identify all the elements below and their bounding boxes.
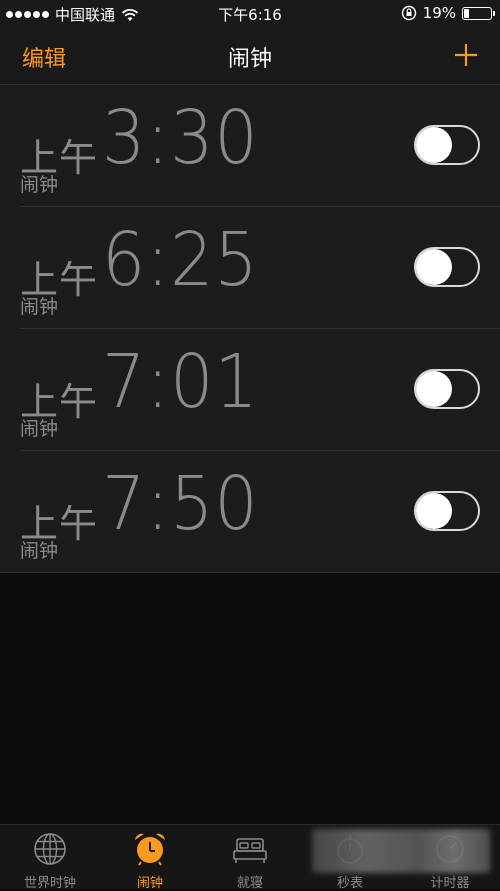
alarm-label: 闹钟 <box>20 174 59 196</box>
alarm-toggle[interactable] <box>414 125 480 165</box>
add-alarm-button[interactable] <box>452 41 480 69</box>
toggle-knob <box>416 127 452 163</box>
status-right: 19% <box>401 4 495 22</box>
tab-bar: 世界时钟 闹钟 就寝 秒表 计时器 <box>0 824 500 891</box>
alarm-label: 闹钟 <box>20 296 59 318</box>
list-divider <box>0 572 500 573</box>
navigation-bar: 编辑 闹钟 <box>0 28 500 85</box>
battery-percent: 19% <box>422 4 456 22</box>
toggle-knob <box>416 249 452 285</box>
alarm-row[interactable]: 上午 7:50 闹钟 <box>20 451 500 572</box>
tab-label: 闹钟 <box>136 876 163 891</box>
toggle-knob <box>416 493 452 529</box>
page-title: 闹钟 <box>227 47 272 72</box>
alarm-list: 上午 3:30 闹钟 上午 6:25 闹钟 上午 7:01 闹钟 上午 7:50… <box>0 85 500 572</box>
alarm-time: 7:50 <box>102 461 259 547</box>
globe-icon <box>34 833 66 865</box>
alarm-time: 7:01 <box>102 339 259 425</box>
alarm-toggle[interactable] <box>414 369 480 409</box>
alarm-time: 3:30 <box>102 95 259 181</box>
alarm-row[interactable]: 上午 3:30 闹钟 <box>20 85 500 207</box>
battery-fill <box>464 8 469 18</box>
alarm-toggle[interactable] <box>414 247 480 287</box>
tab-alarm[interactable]: 闹钟 <box>100 825 200 891</box>
plus-icon <box>455 44 477 66</box>
alarm-row[interactable]: 上午 6:25 闹钟 <box>20 207 500 329</box>
alarm-label: 闹钟 <box>20 540 59 562</box>
status-bar: 中国联通 下午6:16 19% <box>0 0 500 28</box>
tab-world-clock[interactable]: 世界时钟 <box>0 825 100 891</box>
bed-icon <box>233 838 267 863</box>
rotation-lock-icon <box>401 5 416 21</box>
tab-label: 世界时钟 <box>23 876 76 891</box>
blurred-overlay <box>312 829 490 873</box>
tab-label: 秒表 <box>336 876 363 891</box>
alarm-label: 闹钟 <box>20 418 59 440</box>
tab-label: 计时器 <box>430 876 470 891</box>
tab-label: 就寝 <box>236 876 263 891</box>
toggle-knob <box>416 371 452 407</box>
battery-icon <box>462 6 495 20</box>
alarm-row[interactable]: 上午 7:01 闹钟 <box>20 329 500 451</box>
alarm-time: 6:25 <box>102 217 259 303</box>
tab-bedtime[interactable]: 就寝 <box>200 825 300 891</box>
alarm-clock-icon <box>135 833 165 866</box>
alarm-toggle[interactable] <box>414 491 480 531</box>
